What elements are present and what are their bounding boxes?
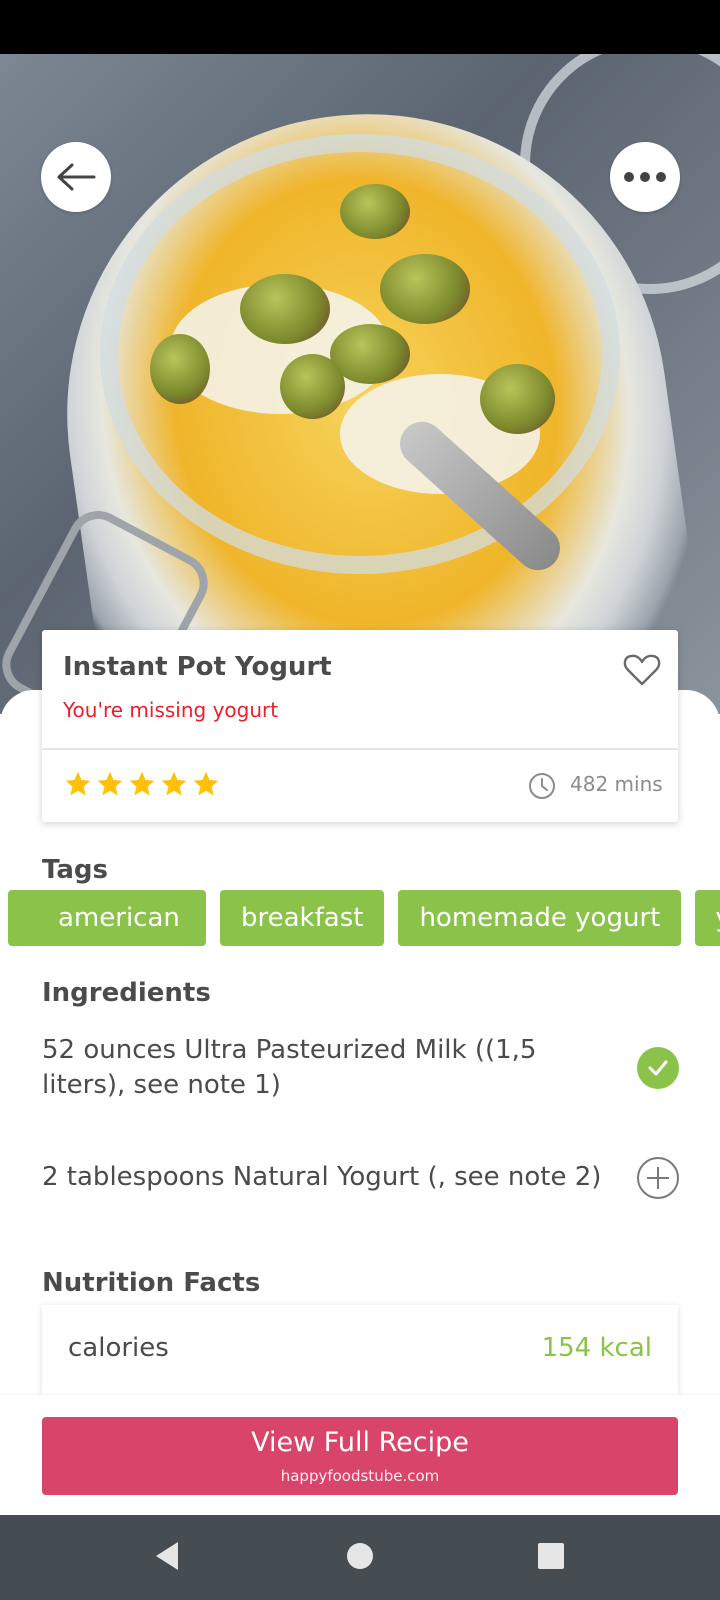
more-options-button[interactable] — [610, 142, 680, 212]
ingredient-checked-button[interactable] — [637, 1047, 679, 1089]
tag-chip[interactable]: yo — [695, 890, 720, 946]
nutrition-heading: Nutrition Facts — [42, 1268, 261, 1298]
heart-outline-icon[interactable] — [622, 650, 662, 690]
ingredient-add-button[interactable] — [637, 1157, 679, 1199]
recipe-hero-image — [0, 54, 720, 714]
more-horizontal-icon — [624, 172, 666, 182]
star-icon — [129, 771, 155, 796]
nav-recents-icon[interactable] — [537, 1539, 565, 1573]
pistachio — [150, 334, 210, 404]
ingredient-text: 2 tablespoons Natural Yogurt (, see note… — [42, 1162, 602, 1192]
pistachio — [480, 364, 555, 434]
check-icon — [648, 1060, 668, 1076]
pistachio — [280, 354, 345, 419]
cta-source: happyfoodstube.com — [280, 1467, 440, 1485]
nav-back-icon[interactable] — [152, 1539, 182, 1573]
card-divider — [42, 748, 678, 750]
status-bar — [0, 0, 720, 54]
star-icon — [161, 771, 187, 796]
clock-icon — [529, 773, 555, 799]
star-icon — [65, 771, 91, 796]
pistachio — [240, 274, 330, 344]
ingredients-heading: Ingredients — [42, 978, 211, 1008]
rating-stars — [64, 770, 220, 798]
star-icon — [193, 771, 219, 796]
tag-chip[interactable]: american — [8, 890, 206, 946]
system-navigation-bar — [0, 1515, 720, 1600]
tags-list: american breakfast homemade yogurt yo — [8, 890, 720, 946]
back-button[interactable] — [41, 142, 111, 212]
tag-chip[interactable]: homemade yogurt — [398, 890, 682, 946]
recipe-summary-card: Instant Pot Yogurt You're missing yogurt… — [42, 630, 678, 822]
nutrition-label: calories — [68, 1333, 169, 1363]
star-icon — [97, 771, 123, 796]
nutrition-row: calories 154 kcal — [42, 1305, 678, 1395]
view-full-recipe-button[interactable]: View Full Recipe happyfoodstube.com — [42, 1417, 678, 1495]
recipe-title: Instant Pot Yogurt — [63, 652, 332, 682]
nav-home-icon[interactable] — [346, 1539, 374, 1573]
ingredient-text: 52 ounces Ultra Pasteurized Milk ((1,5 l… — [42, 1035, 537, 1100]
plus-icon — [647, 1167, 669, 1189]
missing-ingredients-text: You're missing yogurt — [63, 698, 279, 722]
tag-chip[interactable]: breakfast — [220, 890, 385, 946]
arrow-left-icon — [57, 163, 96, 191]
nutrition-value: 154 kcal — [541, 1333, 652, 1363]
pistachio — [380, 254, 470, 324]
pistachio — [340, 184, 410, 239]
tags-heading: Tags — [42, 855, 109, 885]
cta-label: View Full Recipe — [251, 1427, 469, 1458]
cook-time: 482 mins — [570, 772, 663, 796]
